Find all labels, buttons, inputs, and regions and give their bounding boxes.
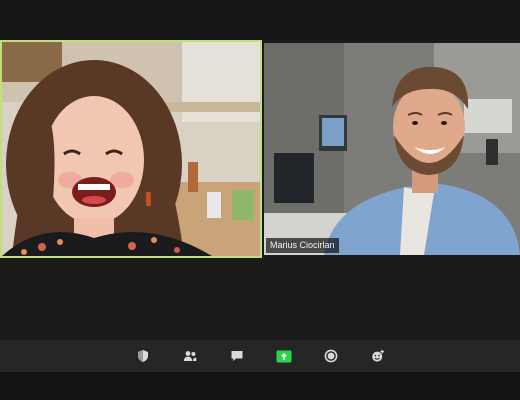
record-icon: [324, 349, 338, 363]
participants-button[interactable]: [180, 346, 200, 366]
chat-button[interactable]: [227, 346, 247, 366]
chat-icon: [231, 351, 243, 361]
meeting-toolbar: [0, 340, 520, 372]
participants-icon: [183, 351, 197, 361]
video-tile-participant-2[interactable]: Marius Ciocirlan: [264, 43, 520, 255]
shield-icon: [138, 350, 148, 362]
video-call-window: Marius Ciocirlan: [0, 0, 520, 400]
video-tile-participant-1[interactable]: [0, 40, 262, 258]
bottom-bar: [0, 372, 520, 400]
reactions-button[interactable]: [368, 346, 388, 366]
reactions-icon: [372, 349, 384, 362]
participant-video-feed: [2, 42, 260, 256]
security-button[interactable]: [133, 346, 153, 366]
share-screen-button[interactable]: [274, 346, 294, 366]
participant-name-label: Marius Ciocirlan: [266, 238, 339, 253]
share-screen-icon: [276, 350, 292, 362]
record-button[interactable]: [321, 346, 341, 366]
top-bar: [0, 0, 520, 40]
participant-video-feed: [264, 43, 520, 255]
